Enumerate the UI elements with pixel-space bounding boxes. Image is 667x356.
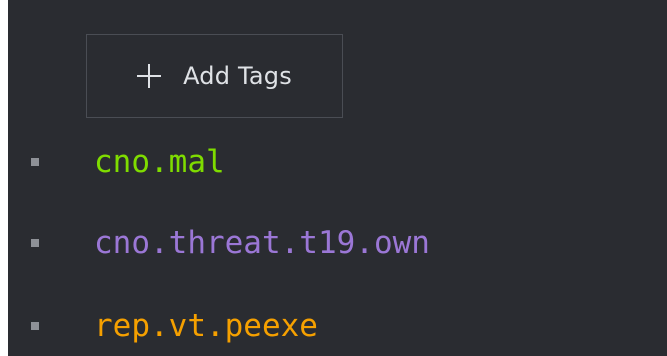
bullet-icon xyxy=(31,239,39,247)
tag-name[interactable]: rep.vt.peexe xyxy=(94,298,318,354)
tag-name[interactable]: cno.mal xyxy=(94,134,225,190)
bullet-icon xyxy=(31,158,39,166)
bullet-icon xyxy=(31,322,39,330)
tag-list: cno.mal cno.threat.t19.own rep.vt.peexe xyxy=(0,0,667,356)
tag-name[interactable]: cno.threat.t19.own xyxy=(94,215,430,271)
